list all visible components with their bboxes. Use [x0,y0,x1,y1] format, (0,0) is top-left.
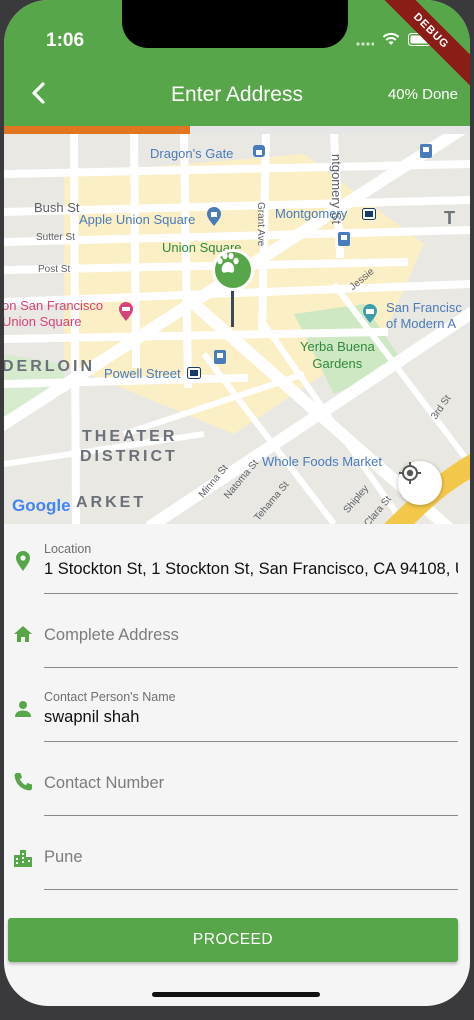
map-label-grant-ave: Grant Ave [255,202,266,247]
person-icon [12,698,34,720]
google-logo: Google [12,496,71,515]
complete-address-row: Complete Address [4,618,470,668]
home-icon [12,623,34,645]
device-notch [122,0,348,48]
contact-number-row: Contact Number [4,766,470,816]
progress-text: 40% Done [387,86,458,103]
map-label-yerba-buena: Yerba Buena Gardens [300,339,375,371]
contact-number-input[interactable]: Contact Number [44,766,458,816]
proceed-button[interactable]: PROCEED [8,918,458,962]
map-label-sutter-st: Sutter St [36,232,75,243]
signal-icon [356,33,375,51]
location-label: Location [44,542,92,556]
progress-bar-fill [4,126,191,134]
map-label-post-st: Post St [38,264,71,275]
location-value: 1 Stockton St, 1 Stockton St, San Franci… [44,560,458,578]
contact-name-input[interactable]: Contact Person's Name swapnil shah [44,688,458,742]
city-row: Pune [4,840,470,890]
map-label-bush-st: Bush St [34,200,80,215]
contact-name-label: Contact Person's Name [44,690,176,704]
map-label-powell-street: Powell Street [104,366,181,381]
my-location-button[interactable] [398,461,442,505]
map-label-district: DISTRICT [80,448,178,465]
map-view[interactable]: Dragon's Gate Bush St Apple Union Square… [4,134,470,524]
city-placeholder: Pune [44,848,83,866]
map-label-tenderloin: DERLOIN [4,358,95,375]
map-pin [212,249,254,291]
location-field[interactable]: Location 1 Stockton St, 1 Stockton St, S… [44,540,458,594]
city-buildings-icon [12,847,34,869]
status-time: 1:06 [46,30,85,51]
complete-address-placeholder: Complete Address [44,626,179,644]
map-label-apple-union-square: Apple Union Square [79,212,196,227]
map-pin-stick [231,289,234,327]
map-label-edge-t: T [444,208,458,228]
map-label-market: ARKET [76,494,147,511]
phone-icon [12,771,34,793]
progress-bar [4,126,470,134]
home-indicator[interactable] [152,992,320,997]
map-label-hotel: on San Francisco Union Square [4,298,104,329]
contact-number-placeholder: Contact Number [44,774,165,792]
map-label-theater: THEATER [82,428,178,445]
location-pin-icon [12,550,34,572]
map-label-montgomery-st: ntgomery St [329,154,344,225]
map-label-dragons-gate: Dragon's Gate [150,146,234,161]
app-screen: 1:06 DEBUG Enter Address 40% Done Dragon… [4,0,470,1006]
map-label-sfmoma: San Francisc of Modern A [386,300,462,331]
app-bar: 1:06 DEBUG Enter Address 40% Done [4,0,470,126]
location-field-row: Location 1 Stockton St, 1 Stockton St, S… [4,540,470,596]
contact-name-value: swapnil shah [44,708,140,726]
contact-name-row: Contact Person's Name swapnil shah [4,688,470,742]
map-label-whole-foods: Whole Foods Market [262,454,382,469]
wifi-icon [382,32,400,51]
complete-address-input[interactable]: Complete Address [44,618,458,668]
city-input[interactable]: Pune [44,840,458,890]
